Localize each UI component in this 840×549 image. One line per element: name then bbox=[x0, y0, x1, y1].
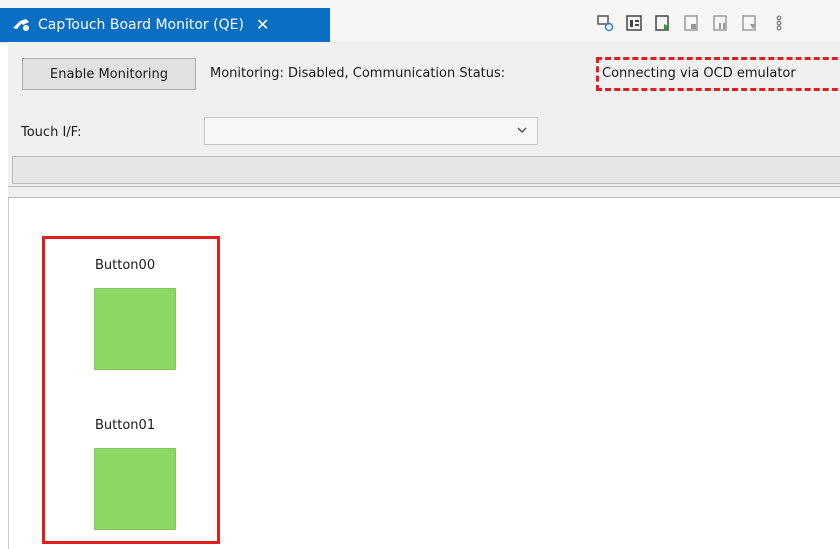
monitoring-bar: Enable Monitoring Monitoring: Disabled, … bbox=[8, 42, 840, 112]
pause-icon[interactable] bbox=[710, 12, 731, 33]
tab-title: CapTouch Board Monitor (QE) bbox=[38, 17, 244, 33]
button01-indicator[interactable] bbox=[94, 448, 176, 530]
button01-label: Button01 bbox=[95, 418, 156, 433]
view-toolbar bbox=[594, 12, 789, 33]
connect-icon[interactable] bbox=[594, 12, 615, 33]
more-icon[interactable] bbox=[768, 12, 789, 33]
progress-bar bbox=[12, 156, 840, 184]
touch-if-dropdown[interactable] bbox=[204, 117, 538, 145]
tab-strip: CapTouch Board Monitor (QE) ✕ bbox=[0, 0, 840, 43]
stop-icon[interactable] bbox=[739, 12, 760, 33]
view-list-icon[interactable] bbox=[623, 12, 644, 33]
tab-captouch-board-monitor[interactable]: CapTouch Board Monitor (QE) ✕ bbox=[0, 8, 330, 42]
button00-indicator[interactable] bbox=[94, 288, 176, 370]
touch-if-label: Touch I/F: bbox=[21, 125, 82, 140]
step-icon[interactable] bbox=[681, 12, 702, 33]
captouch-hand-icon bbox=[10, 14, 32, 36]
button00-label: Button00 bbox=[95, 258, 156, 273]
tab-close-icon[interactable]: ✕ bbox=[256, 17, 269, 33]
touch-if-row: Touch I/F: bbox=[8, 112, 840, 156]
panel-splitter[interactable] bbox=[8, 186, 840, 198]
monitoring-status-text: Monitoring: Disabled, Communication Stat… bbox=[210, 66, 506, 81]
capture-window: CapTouch Board Monitor (QE) ✕ Enable Mon… bbox=[0, 0, 840, 549]
enable-monitoring-button[interactable]: Enable Monitoring bbox=[22, 58, 196, 90]
run-icon[interactable] bbox=[652, 12, 673, 33]
chevron-down-icon bbox=[515, 123, 529, 137]
communication-status-value: Connecting via OCD emulator bbox=[602, 66, 796, 81]
progress-row bbox=[8, 152, 840, 188]
